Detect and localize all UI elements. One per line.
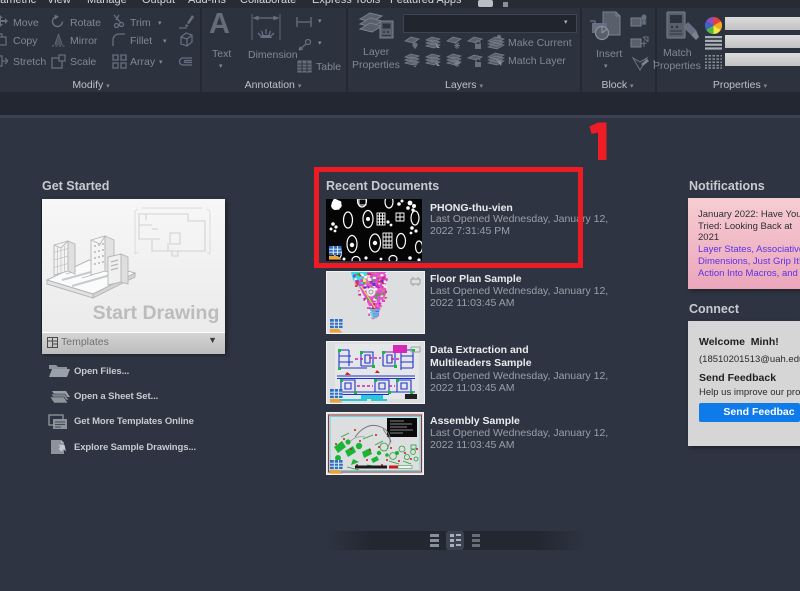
svg-text:Start Drawing: Start Drawing [93,302,220,324]
